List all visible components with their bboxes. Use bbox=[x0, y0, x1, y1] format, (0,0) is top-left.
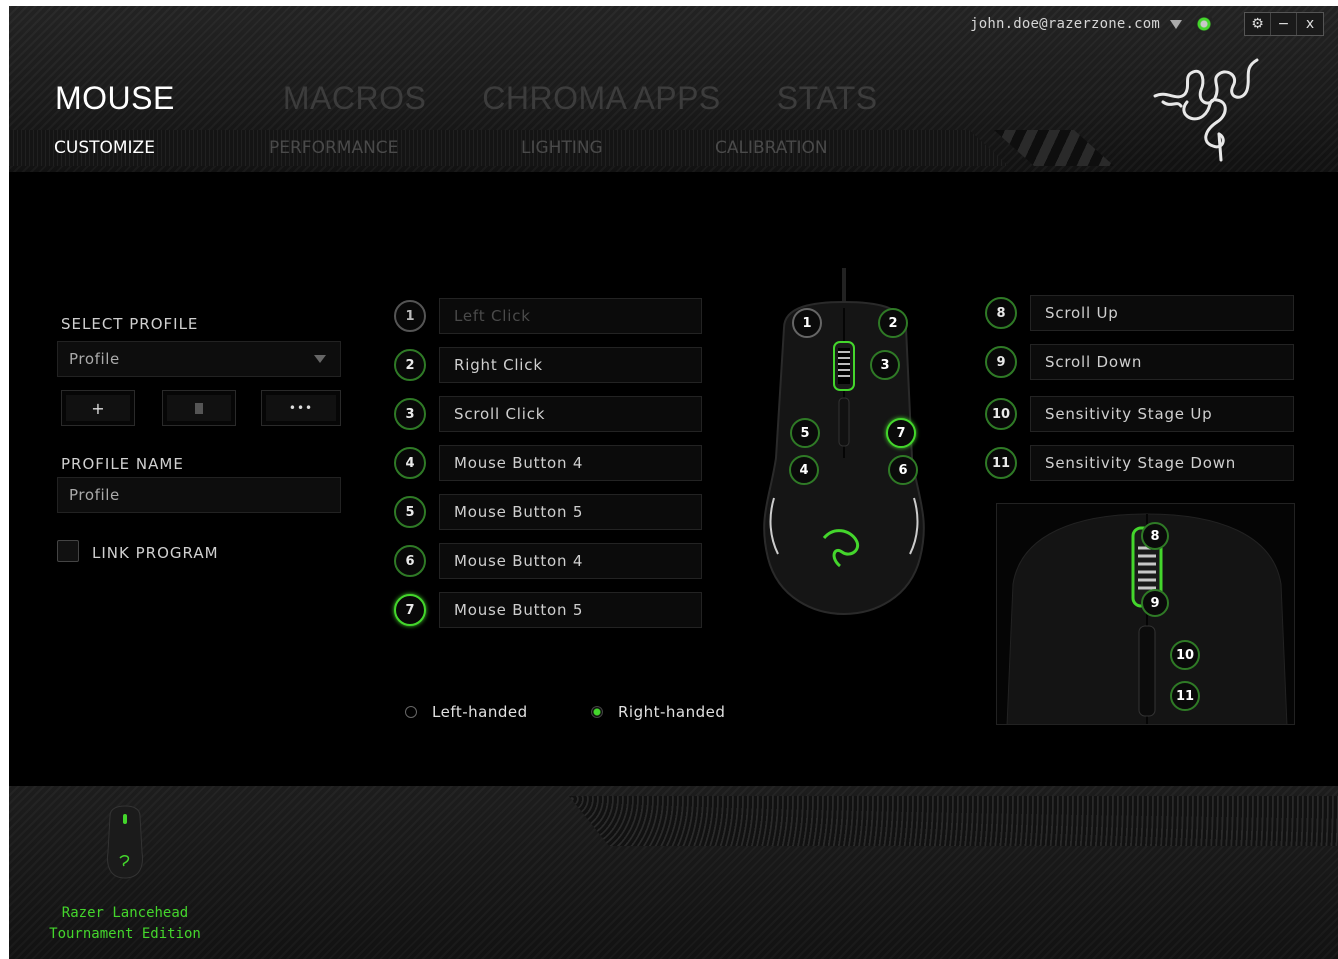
tab-stats[interactable]: STATS bbox=[777, 82, 878, 114]
device-name-line1: Razer Lancehead bbox=[61, 905, 189, 921]
mouse-marker-6[interactable]: 6 bbox=[888, 455, 918, 485]
left-handed-radio[interactable] bbox=[405, 706, 417, 718]
button-2-assignment[interactable]: Right Click bbox=[439, 347, 702, 383]
plus-icon: + bbox=[91, 398, 105, 418]
closeup-marker-9[interactable]: 9 bbox=[1141, 589, 1169, 617]
mouse-marker-1[interactable]: 1 bbox=[792, 308, 822, 338]
scroll-wheel-closeup: 8 9 10 11 bbox=[996, 503, 1295, 725]
minimize-button[interactable]: − bbox=[1271, 13, 1297, 35]
button-number-1[interactable]: 1 bbox=[394, 300, 426, 332]
window-controls: ⚙ − x bbox=[1244, 12, 1324, 36]
button-4-assignment[interactable]: Mouse Button 4 bbox=[439, 445, 702, 481]
device-thumbnail[interactable] bbox=[100, 802, 150, 882]
tab-mouse[interactable]: MOUSE bbox=[55, 82, 175, 114]
closeup-marker-11[interactable]: 11 bbox=[1170, 681, 1200, 711]
button-9-assignment[interactable]: Scroll Down bbox=[1030, 344, 1294, 380]
more-options-button[interactable]: ••• bbox=[261, 390, 341, 426]
sub-tabs: CUSTOMIZE PERFORMANCE LIGHTING CALIBRATI… bbox=[54, 140, 828, 157]
profile-select[interactable]: Profile bbox=[57, 341, 341, 377]
button-number-5[interactable]: 5 bbox=[394, 496, 426, 528]
footer-decorative-band bbox=[569, 796, 1338, 846]
button-number-4[interactable]: 4 bbox=[394, 447, 426, 479]
profile-select-value: Profile bbox=[69, 350, 120, 368]
mouse-marker-2[interactable]: 2 bbox=[878, 308, 908, 338]
button-number-9[interactable]: 9 bbox=[985, 346, 1017, 378]
button-number-3[interactable]: 3 bbox=[394, 398, 426, 430]
online-status-icon[interactable] bbox=[1194, 14, 1214, 34]
mouse-marker-5[interactable]: 5 bbox=[790, 418, 820, 448]
button-number-8[interactable]: 8 bbox=[985, 297, 1017, 329]
device-name: Razer Lancehead Tournament Edition bbox=[45, 903, 205, 945]
top-bar: john.doe@razerzone.com ⚙ − x bbox=[970, 12, 1324, 36]
link-program-checkbox[interactable] bbox=[57, 540, 79, 562]
synapse-window: john.doe@razerzone.com ⚙ − x MOUSE MACRO… bbox=[9, 6, 1338, 959]
button-1-assignment[interactable]: Left Click bbox=[439, 298, 702, 334]
device-name-line2: Tournament Edition bbox=[49, 926, 201, 942]
razer-logo-icon bbox=[1153, 58, 1259, 162]
button-number-7[interactable]: 7 bbox=[394, 594, 426, 626]
mouse-marker-3[interactable]: 3 bbox=[870, 350, 900, 380]
settings-gear-icon[interactable]: ⚙ bbox=[1245, 13, 1271, 35]
button-5-assignment[interactable]: Mouse Button 5 bbox=[439, 494, 702, 530]
header: john.doe@razerzone.com ⚙ − x MOUSE MACRO… bbox=[9, 6, 1338, 172]
tab-performance[interactable]: PERFORMANCE bbox=[269, 140, 521, 157]
tab-lighting[interactable]: LIGHTING bbox=[521, 140, 715, 157]
user-email[interactable]: john.doe@razerzone.com bbox=[970, 16, 1160, 32]
button-6-assignment[interactable]: Mouse Button 4 bbox=[439, 543, 702, 579]
profile-name-input[interactable]: Profile bbox=[57, 477, 341, 513]
button-8-assignment[interactable]: Scroll Up bbox=[1030, 295, 1294, 331]
button-10-assignment[interactable]: Sensitivity Stage Up bbox=[1030, 396, 1294, 432]
add-profile-button[interactable]: + bbox=[61, 390, 135, 426]
account-dropdown-icon[interactable] bbox=[1170, 19, 1182, 29]
select-profile-label: SELECT PROFILE bbox=[61, 315, 199, 333]
button-3-assignment[interactable]: Scroll Click bbox=[439, 396, 702, 432]
tab-chroma-apps[interactable]: CHROMA APPS bbox=[482, 82, 720, 114]
more-dots-icon: ••• bbox=[288, 401, 314, 415]
tab-calibration[interactable]: CALIBRATION bbox=[715, 140, 828, 157]
right-handed-radio[interactable] bbox=[591, 706, 603, 718]
trash-icon bbox=[195, 402, 203, 414]
mouse-top-view: 1 2 3 5 7 4 6 bbox=[754, 268, 934, 618]
right-handed-label[interactable]: Right-handed bbox=[618, 703, 725, 721]
closeup-marker-10[interactable]: 10 bbox=[1170, 640, 1200, 670]
decorative-stripes bbox=[994, 130, 1114, 166]
profile-name-label: PROFILE NAME bbox=[61, 455, 184, 473]
button-number-6[interactable]: 6 bbox=[394, 545, 426, 577]
close-button[interactable]: x bbox=[1297, 13, 1323, 35]
profile-name-value: Profile bbox=[69, 486, 120, 504]
button-7-assignment[interactable]: Mouse Button 5 bbox=[439, 592, 702, 628]
button-11-assignment[interactable]: Sensitivity Stage Down bbox=[1030, 445, 1294, 481]
left-handed-label[interactable]: Left-handed bbox=[432, 703, 528, 721]
mouse-marker-4[interactable]: 4 bbox=[789, 455, 819, 485]
button-number-10[interactable]: 10 bbox=[985, 398, 1017, 430]
button-number-2[interactable]: 2 bbox=[394, 349, 426, 381]
tab-customize[interactable]: CUSTOMIZE bbox=[54, 140, 269, 157]
tab-macros[interactable]: MACROS bbox=[283, 82, 426, 114]
main-tabs: MOUSE MACROS CHROMA APPS STATS bbox=[55, 82, 934, 114]
link-program-label: LINK PROGRAM bbox=[92, 544, 219, 562]
delete-profile-button[interactable] bbox=[162, 390, 236, 426]
closeup-marker-8[interactable]: 8 bbox=[1141, 522, 1169, 550]
mouse-marker-7[interactable]: 7 bbox=[886, 418, 916, 448]
button-number-11[interactable]: 11 bbox=[985, 447, 1017, 479]
chevron-down-icon bbox=[314, 355, 326, 363]
